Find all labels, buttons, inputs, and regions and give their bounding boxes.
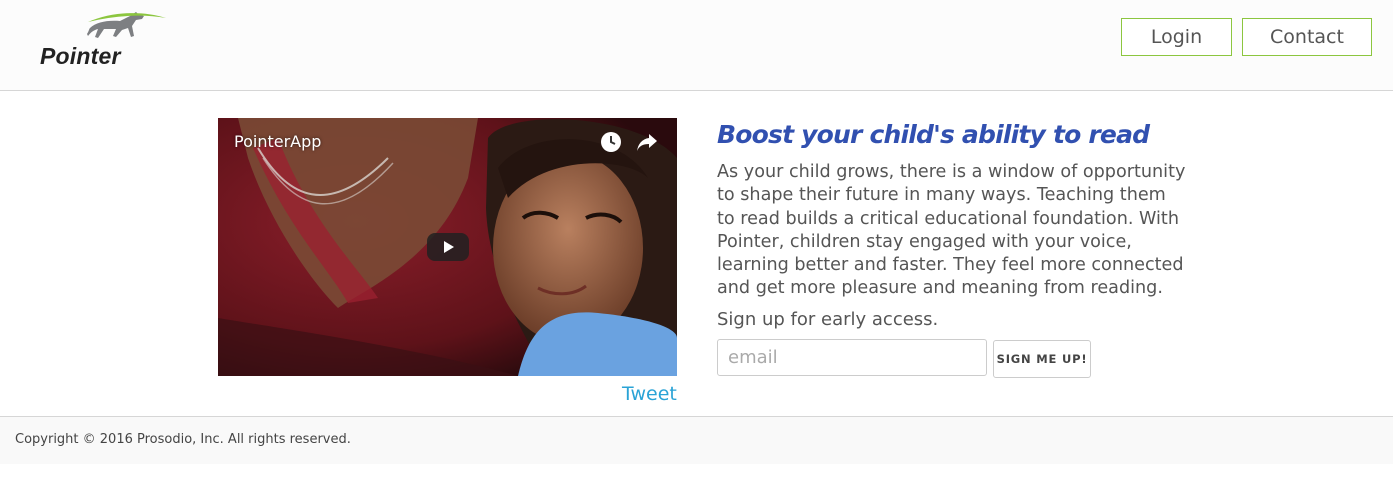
pointer-logo[interactable]: Pointer	[38, 10, 166, 72]
tweet-link[interactable]: Tweet	[622, 383, 677, 405]
login-button[interactable]: Login	[1121, 18, 1232, 56]
intro-paragraph: As your child grows, there is a window o…	[717, 162, 1186, 299]
video-player[interactable]: PointerApp	[218, 118, 677, 376]
site-footer: Copyright © 2016 Prosodio, Inc. All righ…	[0, 416, 1393, 464]
logo-text: Pointer	[40, 43, 121, 69]
video-title[interactable]: PointerApp	[234, 132, 321, 151]
copyright-text: Copyright © 2016 Prosodio, Inc. All righ…	[15, 432, 351, 447]
share-icon[interactable]	[636, 132, 658, 152]
clock-icon[interactable]	[600, 131, 622, 153]
play-icon	[444, 241, 454, 253]
contact-button[interactable]: Contact	[1242, 18, 1372, 56]
site-header: Pointer Login Contact	[0, 0, 1393, 91]
sign-me-up-button[interactable]: SIGN ME UP!	[993, 340, 1091, 378]
play-button[interactable]	[427, 233, 469, 261]
logo-swoosh-icon	[88, 13, 166, 22]
signup-prompt: Sign up for early access.	[717, 309, 939, 330]
email-input[interactable]	[717, 339, 987, 376]
page-headline: Boost your child's ability to read	[717, 120, 1150, 149]
